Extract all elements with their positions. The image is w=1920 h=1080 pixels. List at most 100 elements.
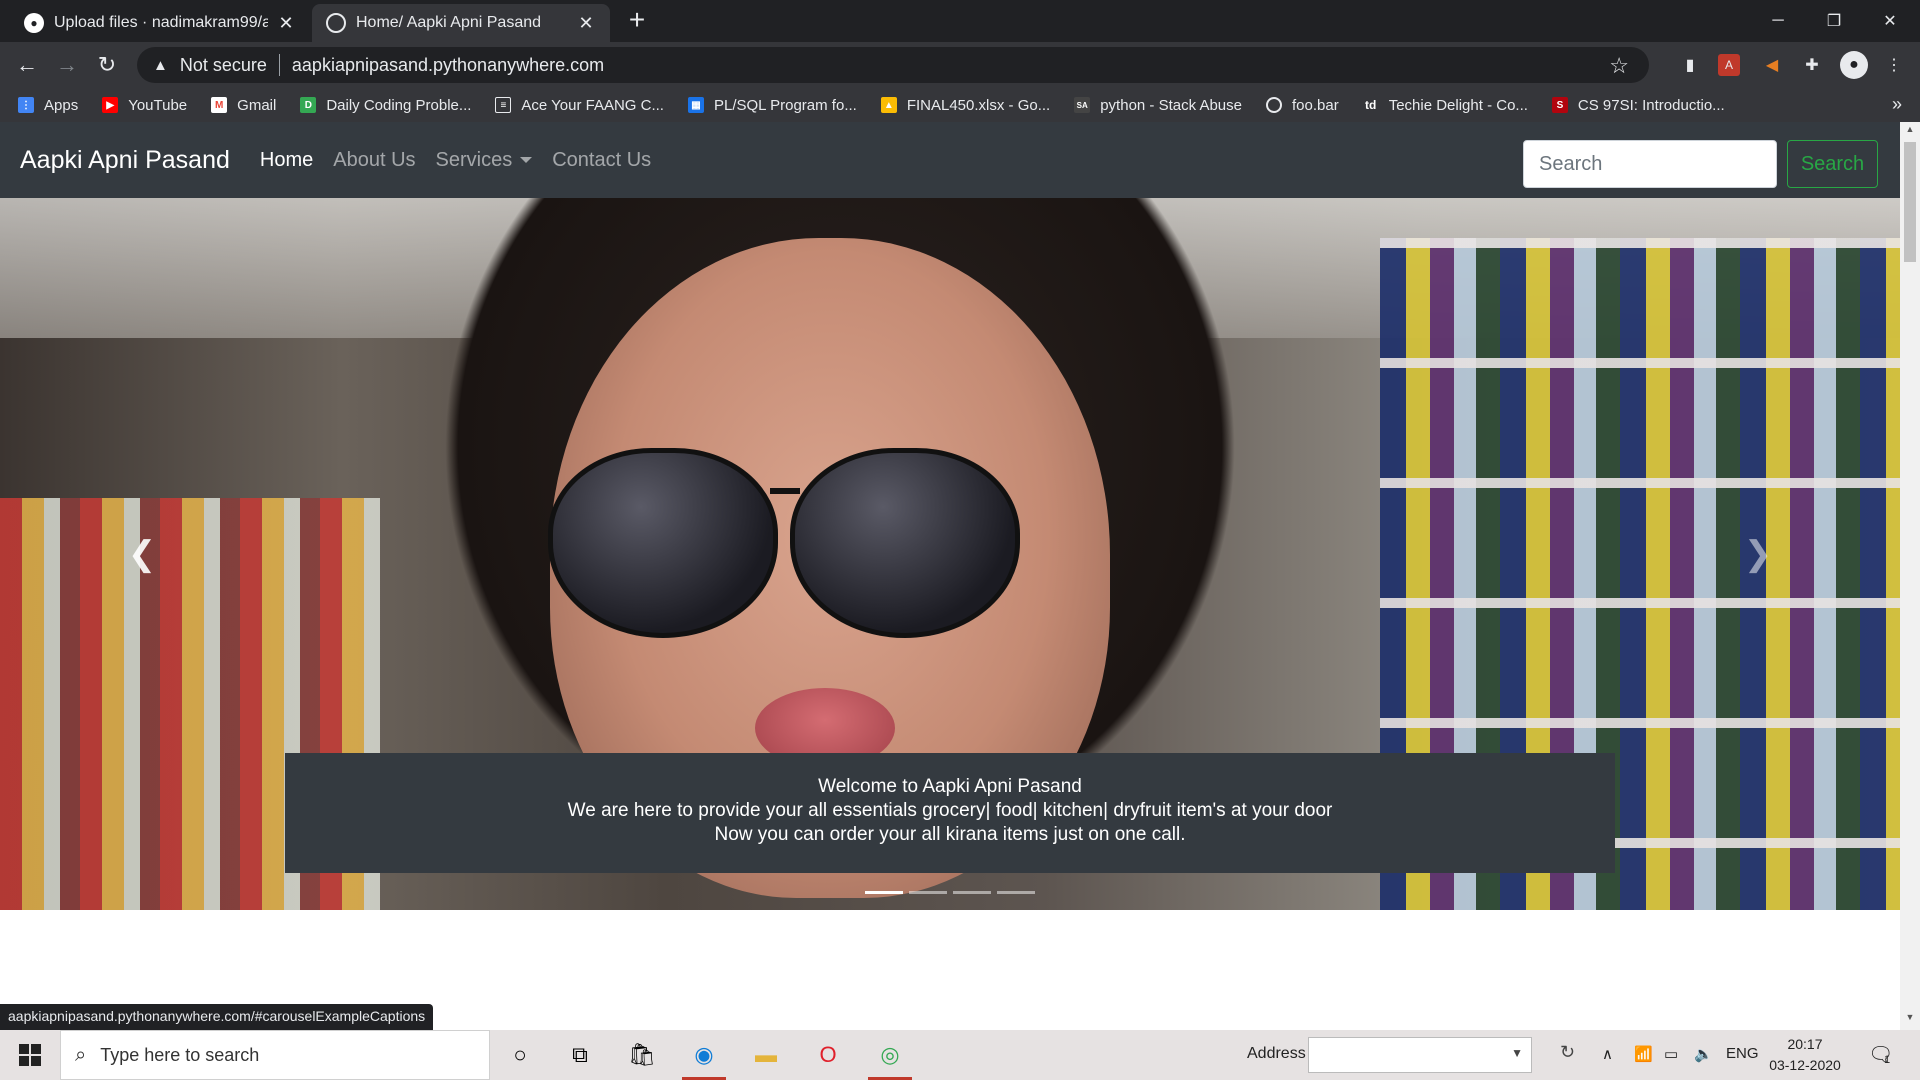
bookmark-star-icon[interactable]: ☆ bbox=[1609, 53, 1629, 79]
carousel-caption: Welcome to Aapki Apni Pasand We are here… bbox=[285, 753, 1615, 873]
back-button[interactable]: ← bbox=[12, 50, 42, 80]
address-toolbar-input[interactable]: ▼ bbox=[1308, 1037, 1532, 1073]
menu-kebab-icon[interactable]: ⋮ bbox=[1880, 51, 1908, 79]
bookmark-apps[interactable]: ⋮ Apps bbox=[18, 97, 78, 114]
scroll-up-icon[interactable]: ▲ bbox=[1900, 124, 1920, 140]
close-tab-icon[interactable]: ✕ bbox=[276, 13, 296, 33]
chevron-down-icon[interactable]: ▼ bbox=[1511, 1046, 1523, 1060]
reload-button[interactable]: ↻ bbox=[92, 50, 122, 80]
scrollbar-thumb[interactable] bbox=[1904, 142, 1916, 262]
volume-icon[interactable]: 🔈 bbox=[1694, 1045, 1713, 1063]
battery-icon[interactable]: ▭ bbox=[1664, 1045, 1678, 1063]
bookmark-label: Daily Coding Proble... bbox=[326, 96, 472, 114]
daily-coding-icon: D bbox=[300, 97, 317, 113]
bookmark-label: CS 97SI: Introductio... bbox=[1577, 96, 1725, 114]
new-tab-button[interactable]: + bbox=[624, 6, 650, 34]
cortana-icon[interactable]: ○ bbox=[492, 1035, 548, 1075]
stanford-icon: S bbox=[1551, 97, 1568, 113]
clock-time: 20:17 bbox=[1787, 1036, 1823, 1052]
bookmark-cs97si[interactable]: S CS 97SI: Introductio... bbox=[1551, 96, 1725, 114]
github-icon: ● bbox=[24, 13, 44, 33]
bookmark-label: Apps bbox=[44, 96, 79, 114]
bookmark-label: python - Stack Abuse bbox=[1100, 96, 1242, 114]
taskbar-clock[interactable]: 20:17 03-12-2020 bbox=[1768, 1034, 1842, 1076]
page-scrollbar[interactable]: ▲ ▼ bbox=[1900, 122, 1920, 1030]
bookmark-label: YouTube bbox=[128, 96, 188, 114]
warning-icon[interactable]: ▲ bbox=[153, 57, 168, 74]
site-search-input[interactable] bbox=[1523, 140, 1777, 188]
store-icon[interactable]: 🛍 bbox=[614, 1035, 670, 1075]
security-label[interactable]: Not secure bbox=[180, 55, 267, 76]
taskbar-search-box[interactable]: ⌕ Type here to search bbox=[60, 1030, 490, 1080]
bookmark-label: foo.bar bbox=[1291, 96, 1339, 114]
profile-avatar[interactable]: ● bbox=[1840, 51, 1868, 79]
tab-home-active[interactable]: Home/ Aapki Apni Pasand ✕ bbox=[312, 4, 610, 42]
notification-count-badge: 1 bbox=[1884, 1054, 1891, 1066]
carousel-indicator[interactable] bbox=[909, 891, 947, 894]
bookmark-label: Gmail bbox=[237, 96, 277, 114]
bookmark-faang[interactable]: ≡ Ace Your FAANG C... bbox=[495, 97, 664, 114]
doc-icon: ≡ bbox=[495, 97, 512, 113]
carousel-indicator[interactable] bbox=[953, 891, 991, 894]
apps-icon: ⋮ bbox=[18, 97, 34, 113]
address-toolbar-label: Address bbox=[1247, 1045, 1306, 1062]
gmail-icon: M bbox=[211, 97, 228, 113]
site-search-button[interactable]: Search bbox=[1787, 140, 1878, 188]
caption-line: We are here to provide your all essentia… bbox=[567, 800, 1333, 821]
clock-date: 03-12-2020 bbox=[1769, 1057, 1841, 1073]
sunglasses-right-lens bbox=[790, 448, 1020, 638]
close-tab-icon[interactable]: ✕ bbox=[576, 13, 596, 33]
scroll-down-icon[interactable]: ▼ bbox=[1900, 1012, 1920, 1028]
forward-button[interactable]: → bbox=[52, 50, 82, 80]
nav-about[interactable]: About Us bbox=[333, 149, 415, 172]
network-icon[interactable]: 📶 bbox=[1634, 1045, 1653, 1063]
address-go-icon[interactable]: ↻ bbox=[1560, 1042, 1575, 1063]
pdf-extension-icon[interactable]: A bbox=[1718, 54, 1740, 76]
chrome-icon[interactable]: ◎ bbox=[862, 1035, 918, 1080]
nav-home[interactable]: Home bbox=[260, 149, 313, 172]
hero-carousel: ❮ ❯ Welcome to Aapki Apni Pasand We are … bbox=[0, 198, 1900, 910]
extensions-puzzle-icon[interactable]: ✚ bbox=[1798, 51, 1826, 79]
bookmark-plsql[interactable]: ▦ PL/SQL Program fo... bbox=[687, 97, 857, 114]
opera-icon[interactable]: O bbox=[800, 1035, 856, 1075]
nav-services-dropdown[interactable]: Services bbox=[436, 149, 533, 172]
carousel-indicator[interactable] bbox=[865, 891, 903, 894]
restore-button[interactable]: ❐ bbox=[1806, 0, 1862, 42]
bookmark-gmail[interactable]: M Gmail bbox=[211, 97, 276, 114]
bookmark-stackabuse[interactable]: SA python - Stack Abuse bbox=[1074, 97, 1242, 114]
bookmark-daily-coding[interactable]: D Daily Coding Proble... bbox=[300, 97, 471, 114]
carousel-next-control[interactable]: ❯ bbox=[1616, 198, 1900, 910]
tray-overflow-icon[interactable]: ∧ bbox=[1602, 1045, 1613, 1063]
bookmark-final450[interactable]: ▲ FINAL450.xlsx - Go... bbox=[880, 96, 1051, 114]
bookmark-youtube[interactable]: ▶ YouTube bbox=[102, 97, 187, 114]
nav-contact[interactable]: Contact Us bbox=[552, 149, 651, 172]
carousel-prev-control[interactable]: ❮ bbox=[0, 198, 284, 910]
bookmark-foobar[interactable]: foo.bar bbox=[1265, 96, 1339, 114]
site-brand[interactable]: Aapki Apni Pasand bbox=[20, 146, 230, 175]
edge-icon[interactable]: ◉ bbox=[676, 1035, 732, 1080]
start-button[interactable] bbox=[0, 1030, 60, 1080]
chevron-right-icon: ❯ bbox=[1743, 535, 1773, 573]
bookmark-label: Ace Your FAANG C... bbox=[521, 96, 664, 114]
plsql-icon: ▦ bbox=[687, 97, 704, 113]
minimize-button[interactable]: ─ bbox=[1750, 0, 1806, 42]
url-text[interactable]: aapkiapnipasand.pythonanywhere.com bbox=[292, 55, 604, 76]
youtube-icon: ▶ bbox=[102, 97, 119, 113]
signal-extension-icon[interactable]: ▮ bbox=[1676, 51, 1704, 79]
status-bar-url: aapkiapnipasand.pythonanywhere.com/#caro… bbox=[0, 1004, 434, 1030]
megaphone-extension-icon[interactable]: ◀ bbox=[1758, 51, 1786, 79]
bookmark-label: FINAL450.xlsx - Go... bbox=[906, 96, 1051, 114]
td-icon: td bbox=[1365, 98, 1377, 112]
file-explorer-icon[interactable]: ▬ bbox=[738, 1035, 794, 1075]
stackabuse-icon: SA bbox=[1074, 97, 1091, 113]
tab-strip: ● Upload files · nadimakram99/aapkiapnip… bbox=[0, 0, 1920, 42]
carousel-indicator[interactable] bbox=[997, 891, 1035, 894]
close-window-button[interactable]: ✕ bbox=[1862, 0, 1918, 42]
bookmarks-overflow-icon[interactable]: » bbox=[1892, 94, 1902, 115]
bookmark-techie-delight[interactable]: td Techie Delight - Co... bbox=[1363, 97, 1528, 114]
task-view-icon[interactable]: ⧉ bbox=[552, 1035, 608, 1075]
tab-github-upload[interactable]: ● Upload files · nadimakram99/aapkiapnip… bbox=[10, 4, 310, 42]
nav-services-label: Services bbox=[435, 148, 513, 171]
address-bar[interactable]: ▲ Not secure aapkiapnipasand.pythonanywh… bbox=[137, 47, 1649, 83]
language-indicator[interactable]: ENG bbox=[1726, 1045, 1759, 1062]
